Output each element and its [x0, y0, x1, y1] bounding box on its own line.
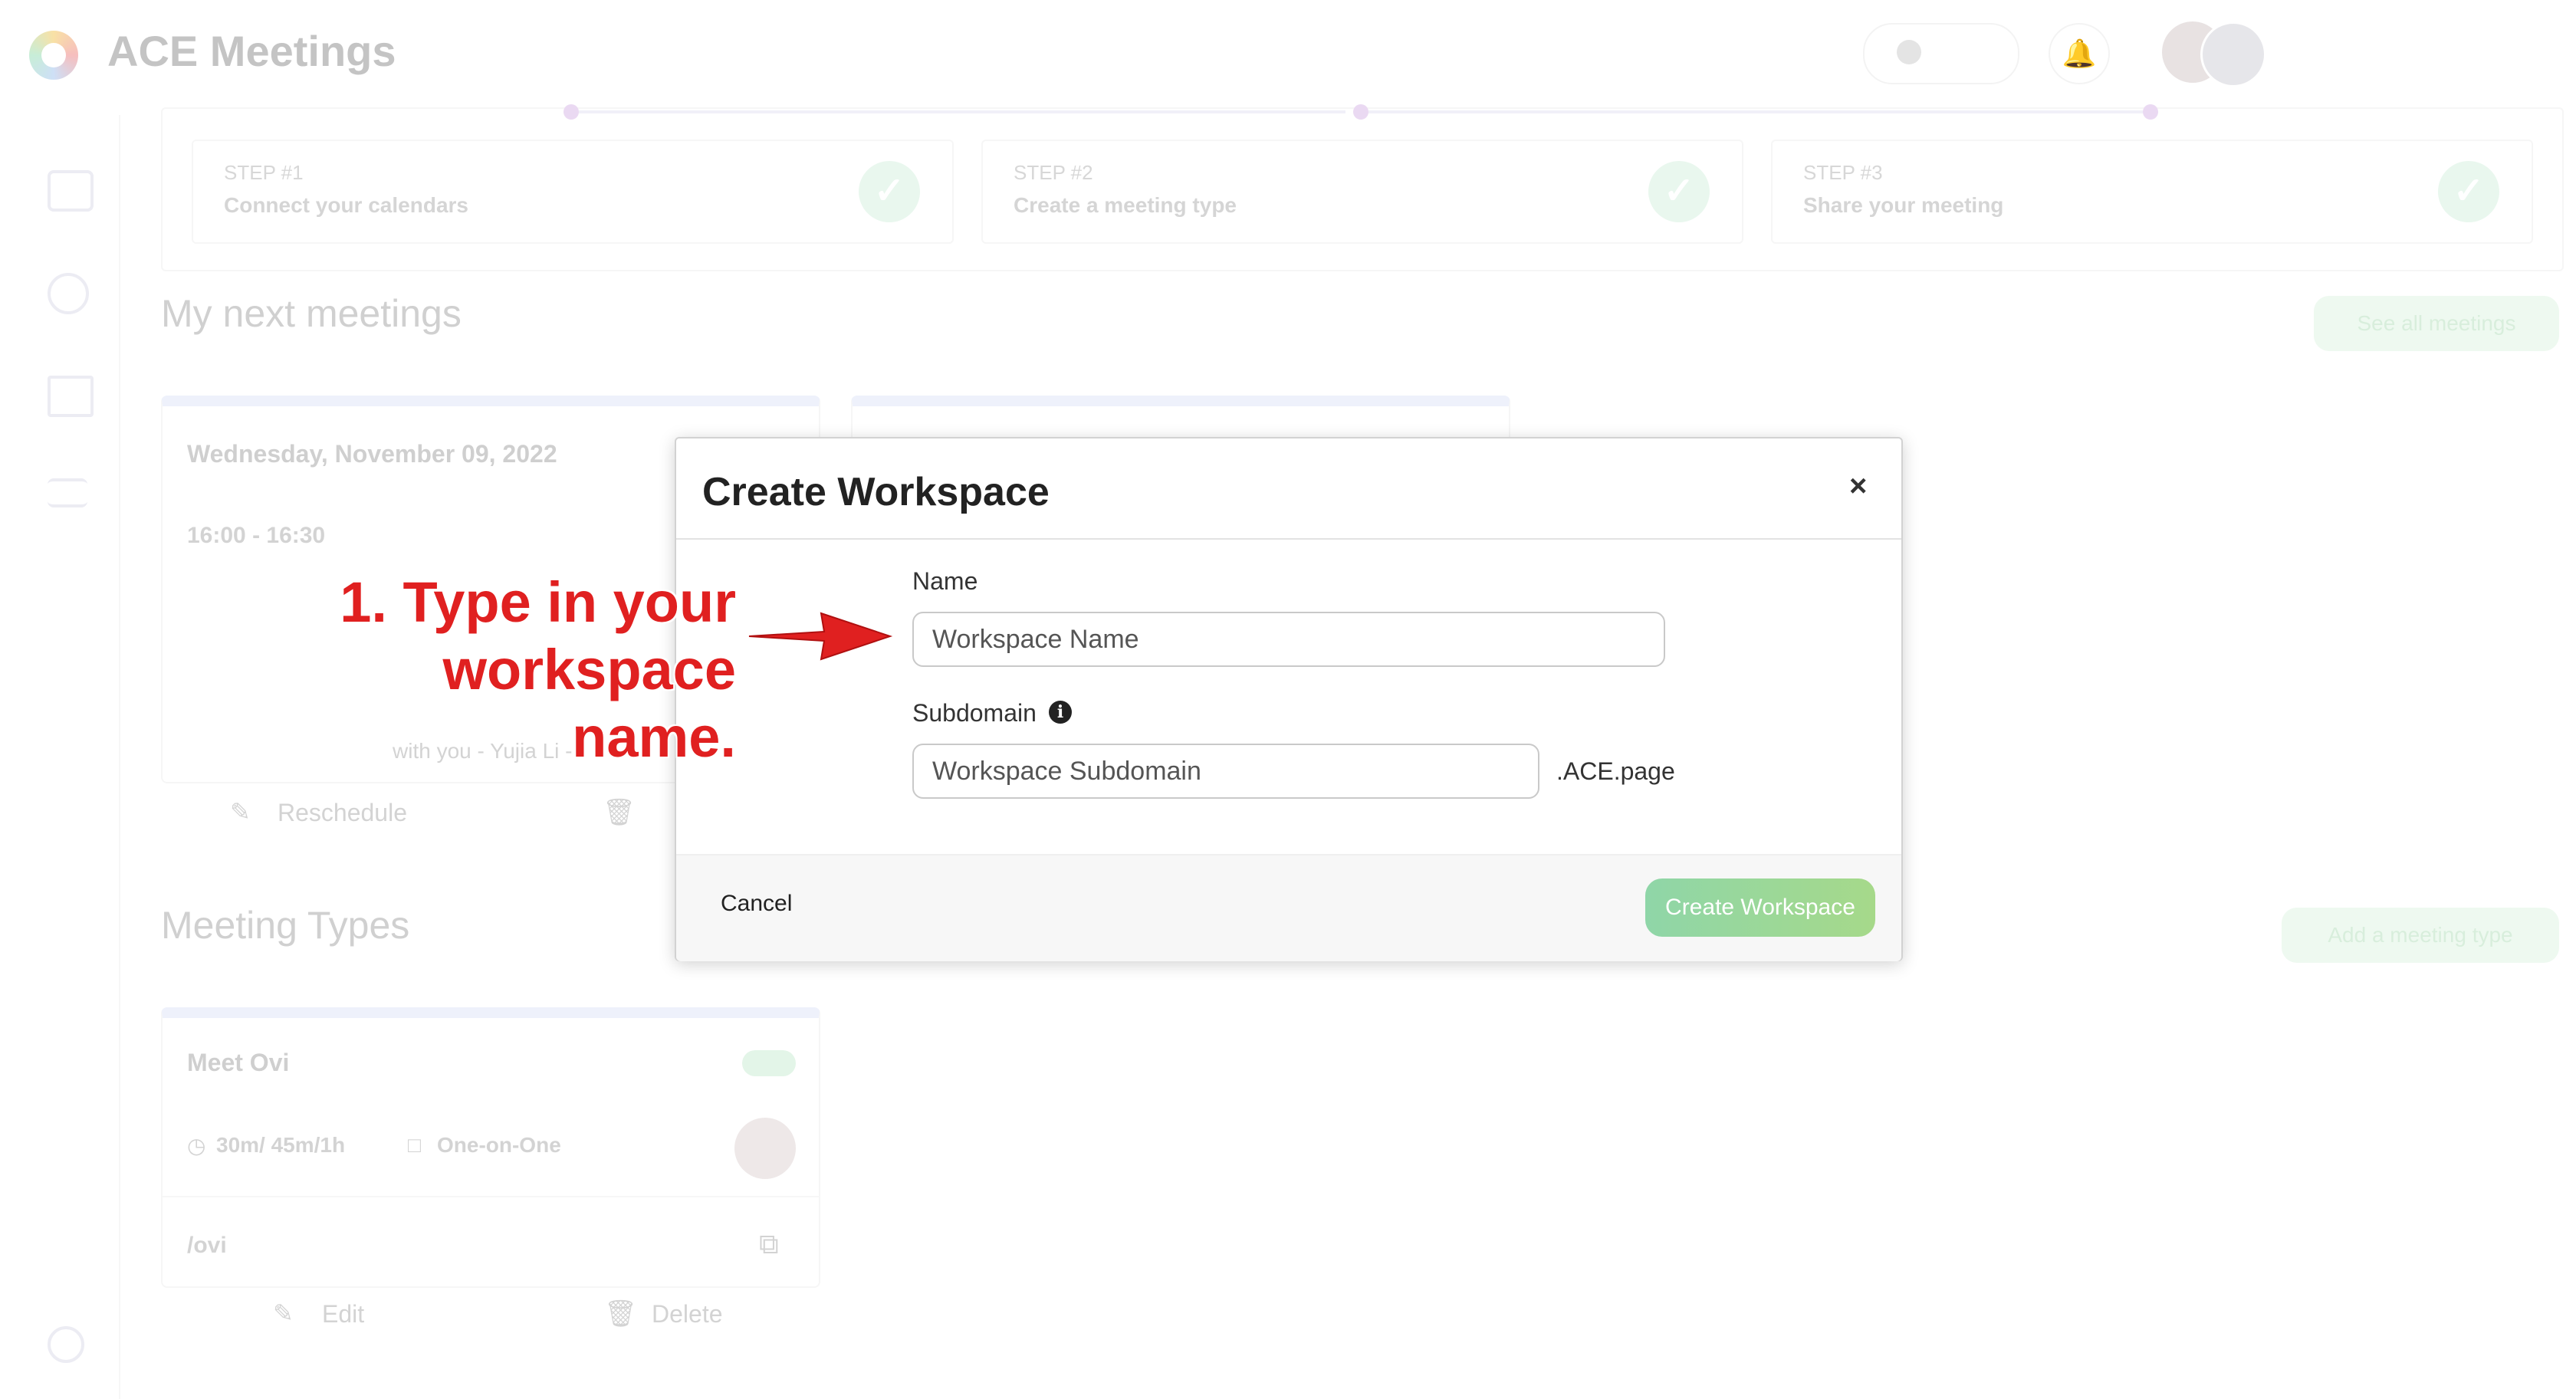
app-title: ACE Meetings [107, 27, 396, 75]
dashboard-icon[interactable] [48, 170, 94, 212]
create-workspace-modal: Create Workspace × Name Subdomain i .ACE… [675, 437, 1903, 961]
modal-header: Create Workspace × [676, 438, 1901, 540]
check-icon: ✓ [2438, 161, 2499, 222]
avatar [734, 1118, 796, 1179]
annotation-line-2: workspace name. [442, 638, 736, 769]
reschedule-button[interactable]: Reschedule [278, 799, 407, 827]
step-label: STEP #3 [1803, 161, 1883, 184]
status-toggle[interactable] [1863, 23, 2019, 84]
list-icon[interactable] [48, 376, 94, 417]
calendar-icon[interactable] [48, 273, 89, 314]
step-card[interactable]: STEP #2 Create a meeting type ✓ [981, 140, 1743, 244]
status-dot-icon [1897, 40, 1921, 64]
clock-icon: ◷ [187, 1134, 206, 1158]
copy-icon[interactable]: ⧉ [759, 1228, 779, 1261]
step-connector [1368, 110, 2143, 113]
close-icon[interactable]: × [1849, 469, 1867, 504]
section-title-meeting-types: Meeting Types [161, 904, 410, 947]
annotation-line-1: 1. Type in your [340, 570, 736, 634]
subdomain-suffix: .ACE.page [1556, 757, 1675, 785]
step-title: Share your meeting [1803, 193, 2004, 217]
enable-toggle[interactable] [742, 1050, 796, 1076]
step-title: Connect your calendars [224, 193, 468, 217]
meeting-type-durations: 30m/ 45m/1h [216, 1133, 346, 1157]
step-label: STEP #2 [1014, 161, 1093, 184]
pencil-icon: ✎ [230, 798, 251, 826]
name-label: Name [912, 567, 978, 595]
meeting-type-kind: One-on-One [437, 1133, 561, 1157]
subdomain-label: Subdomain [912, 699, 1037, 727]
avatar-secondary[interactable] [2200, 21, 2266, 87]
check-icon: ✓ [859, 161, 920, 222]
section-title-next-meetings: My next meetings [161, 292, 462, 335]
step-card[interactable]: STEP #1 Connect your calendars ✓ [192, 140, 954, 244]
step-label: STEP #1 [224, 161, 304, 184]
workspace-name-input[interactable] [912, 612, 1665, 667]
meeting-type-slug: /ovi [187, 1233, 227, 1258]
meeting-type-card: Meet Ovi ◷ 30m/ 45m/1h □ One-on-One /ovi… [161, 1007, 820, 1288]
edit-button[interactable]: Edit [322, 1300, 364, 1328]
divider [163, 1196, 819, 1197]
step-title: Create a meeting type [1014, 193, 1237, 217]
ace-logo [29, 31, 78, 80]
pencil-icon: ✎ [273, 1299, 294, 1327]
trash-icon: 🗑 [604, 1299, 638, 1328]
annotation-arrow-icon [748, 612, 893, 661]
meeting-date: Wednesday, November 09, 2022 [187, 440, 557, 468]
modal-title: Create Workspace [702, 470, 1050, 514]
trash-icon[interactable]: 🗑 [603, 797, 636, 828]
help-icon[interactable] [48, 1326, 84, 1363]
info-icon[interactable]: i [1049, 701, 1072, 724]
check-icon: ✓ [1648, 161, 1710, 222]
step-card[interactable]: STEP #3 Share your meeting ✓ [1771, 140, 2533, 244]
delete-button[interactable]: Delete [652, 1300, 723, 1328]
create-workspace-button[interactable]: Create Workspace [1645, 878, 1875, 937]
cancel-button[interactable]: Cancel [721, 891, 792, 917]
meeting-time: 16:00 - 16:30 [187, 523, 326, 548]
step-dot [1353, 104, 1368, 120]
settings-sliders-icon[interactable] [48, 478, 87, 507]
step-dot [2143, 104, 2158, 120]
modal-footer: Cancel Create Workspace [676, 854, 1901, 961]
meeting-type-name: Meet Ovi [187, 1049, 290, 1076]
add-meeting-type-button[interactable]: Add a meeting type [2282, 908, 2559, 963]
tutorial-annotation: 1. Type in your workspace name. [276, 569, 736, 771]
bell-icon[interactable]: 🔔 [2049, 23, 2110, 84]
workspace-subdomain-input[interactable] [912, 744, 1539, 799]
see-all-meetings-button[interactable]: See all meetings [2314, 296, 2559, 351]
chat-icon: □ [408, 1133, 421, 1157]
step-connector [579, 110, 1346, 113]
step-dot [564, 104, 579, 120]
